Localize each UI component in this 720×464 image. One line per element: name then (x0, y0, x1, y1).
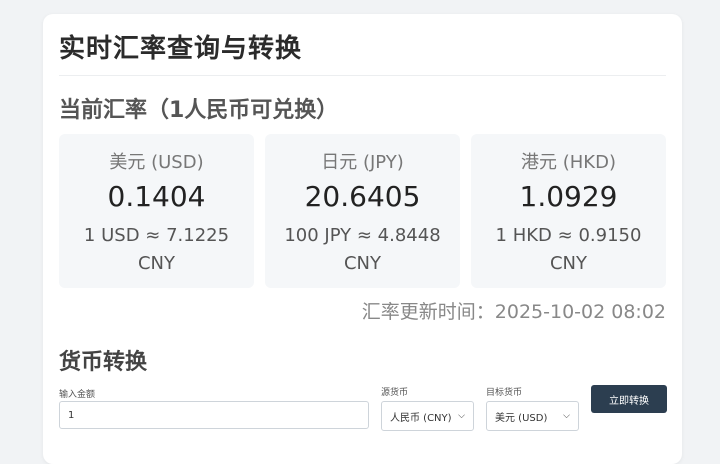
chevron-down-icon: ⌵ (458, 411, 465, 421)
target-currency-label: 目标货币 (486, 388, 523, 398)
source-currency-select[interactable]: 人民币 (CNY) ⌵ (381, 401, 474, 431)
amount-label: 输入金额 (59, 390, 96, 400)
update-time: 汇率更新时间：2025-10-02 08:02 (361, 301, 666, 323)
rates-grid: 美元 (USD) 0.1404 1 USD ≈ 7.1225 CNY 日元 (J… (59, 134, 666, 288)
rate-name: 港元 (HKD) (521, 152, 616, 173)
rate-equivalent: 1 USD ≈ 7.1225 CNY (83, 225, 230, 274)
rate-card-hkd: 港元 (HKD) 1.0929 1 HKD ≈ 0.9150 CNY (471, 134, 666, 288)
rate-value: 0.1404 (107, 180, 206, 213)
rate-name: 日元 (JPY) (321, 152, 404, 173)
converter-heading: 货币转换 (59, 350, 148, 375)
source-currency-label: 源货币 (381, 388, 409, 398)
target-currency-select[interactable]: 美元 (USD) ⌵ (486, 401, 579, 431)
rate-value: 20.6405 (304, 180, 421, 213)
convert-button[interactable]: 立即转换 (591, 385, 667, 413)
rate-name: 美元 (USD) (109, 152, 204, 173)
page-title: 实时汇率查询与转换 (59, 34, 303, 64)
rate-card-usd: 美元 (USD) 0.1404 1 USD ≈ 7.1225 CNY (59, 134, 254, 288)
rate-equivalent: 100 JPY ≈ 4.8448 CNY (284, 225, 441, 274)
rate-card-jpy: 日元 (JPY) 20.6405 100 JPY ≈ 4.8448 CNY (265, 134, 460, 288)
title-divider (59, 75, 666, 76)
rate-value: 1.0929 (519, 180, 618, 213)
rate-equivalent: 1 HKD ≈ 0.9150 CNY (495, 225, 642, 274)
target-currency-value: 美元 (USD) (495, 412, 548, 424)
main-card: 实时汇率查询与转换 当前汇率（1人民币可兑换） 美元 (USD) 0.1404 … (43, 14, 682, 464)
chevron-down-icon: ⌵ (563, 411, 570, 421)
source-currency-value: 人民币 (CNY) (390, 412, 452, 424)
amount-input[interactable] (59, 401, 369, 429)
rates-heading: 当前汇率（1人民币可兑换） (59, 98, 339, 123)
